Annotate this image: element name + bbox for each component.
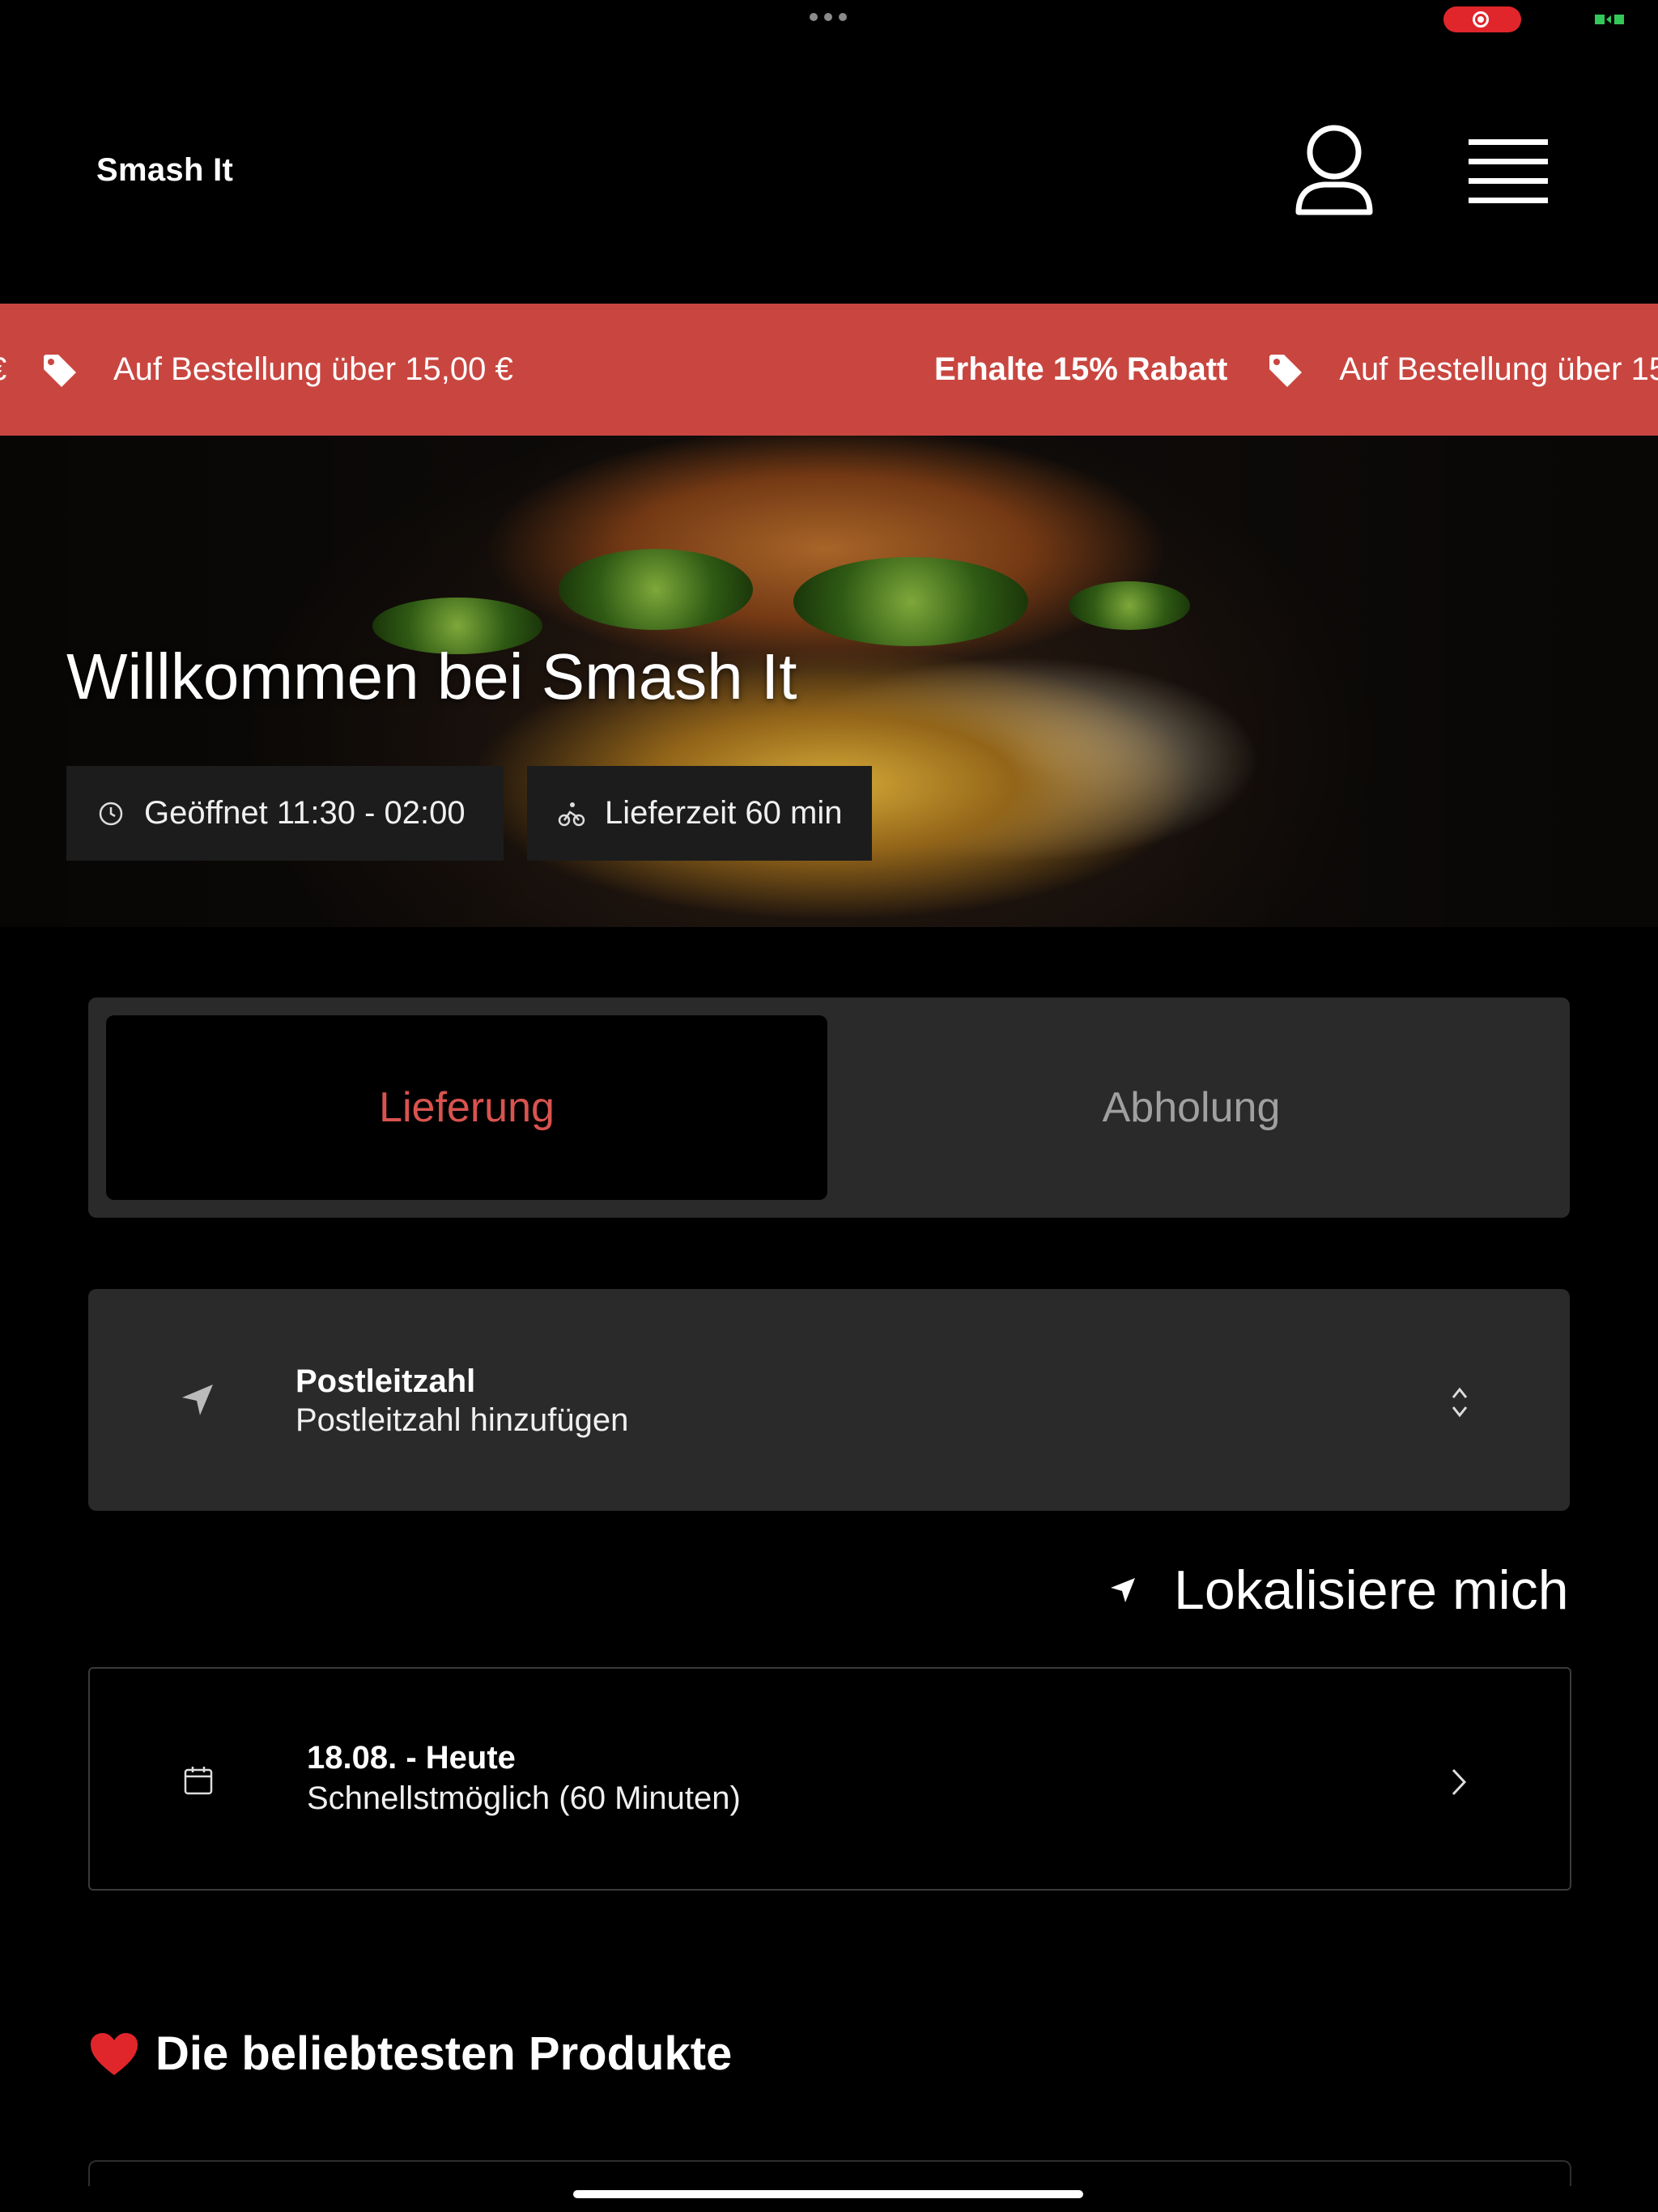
menu-button[interactable] <box>1465 134 1554 207</box>
popular-products-heading: Die beliebtesten Produkte <box>89 2027 732 2081</box>
account-button[interactable] <box>1292 121 1376 219</box>
welcome-title: Willkommen bei Smash It <box>66 640 797 713</box>
battery-icon <box>1595 15 1624 24</box>
promo-condition-text: Auf Bestellung über 15 <box>1339 351 1658 387</box>
tag-icon <box>1269 354 1303 387</box>
postcode-label: Postleitzahl <box>295 1363 476 1399</box>
locate-me-button[interactable]: Lokalisiere mich <box>1109 1558 1569 1623</box>
tab-pickup[interactable]: Abholung <box>831 1015 1552 1200</box>
promo-banner: € Auf Bestellung über 15,00 € Erhalte 15… <box>0 304 1658 436</box>
locate-me-label: Lokalisiere mich <box>1174 1559 1569 1621</box>
tab-delivery[interactable]: Lieferung <box>106 1015 827 1200</box>
delivery-date-selector[interactable]: 18.08. - Heute Schnellstmöglich (60 Minu… <box>88 1667 1571 1891</box>
bike-courier-icon <box>558 802 585 826</box>
delivery-date-text: 18.08. - Heute <box>307 1740 516 1776</box>
calendar-icon <box>184 1767 213 1795</box>
multitasking-dots-icon[interactable] <box>810 13 850 24</box>
tag-icon <box>44 354 76 387</box>
location-arrow-icon <box>1111 1578 1135 1602</box>
location-arrow-icon <box>182 1385 213 1415</box>
opening-hours-text: Geöffnet 11:30 - 02:00 <box>144 795 466 831</box>
order-mode-toggle: Lieferung Abholung <box>88 998 1570 1218</box>
home-indicator[interactable] <box>573 2190 1083 2198</box>
delivery-slot-text: Schnellstmöglich (60 Minuten) <box>307 1780 741 1816</box>
chevron-right-icon <box>1452 1768 1467 1796</box>
brand-logo[interactable]: Smash It <box>96 152 233 189</box>
opening-hours-badge: Geöffnet 11:30 - 02:00 <box>66 766 504 861</box>
clock-icon <box>99 802 123 825</box>
promo-condition-text: Auf Bestellung über 15,00 € <box>113 351 513 387</box>
hamburger-menu-icon <box>1469 139 1548 203</box>
product-card[interactable] <box>88 2160 1571 2186</box>
popular-products-title: Die beliebtesten Produkte <box>155 2027 733 2080</box>
user-icon <box>1295 125 1373 215</box>
heart-icon <box>91 2032 138 2075</box>
delivery-time-badge: Lieferzeit 60 min <box>527 766 872 861</box>
postcode-placeholder: Postleitzahl hinzufügen <box>295 1402 629 1438</box>
delivery-time-text: Lieferzeit 60 min <box>605 795 843 831</box>
promo-offer-text: Erhalte 15% Rabatt <box>934 351 1228 387</box>
postcode-selector[interactable]: Postleitzahl Postleitzahl hinzufügen <box>88 1289 1570 1511</box>
screen-recording-indicator <box>1443 6 1521 32</box>
chevron-up-down-icon <box>1452 1387 1468 1418</box>
